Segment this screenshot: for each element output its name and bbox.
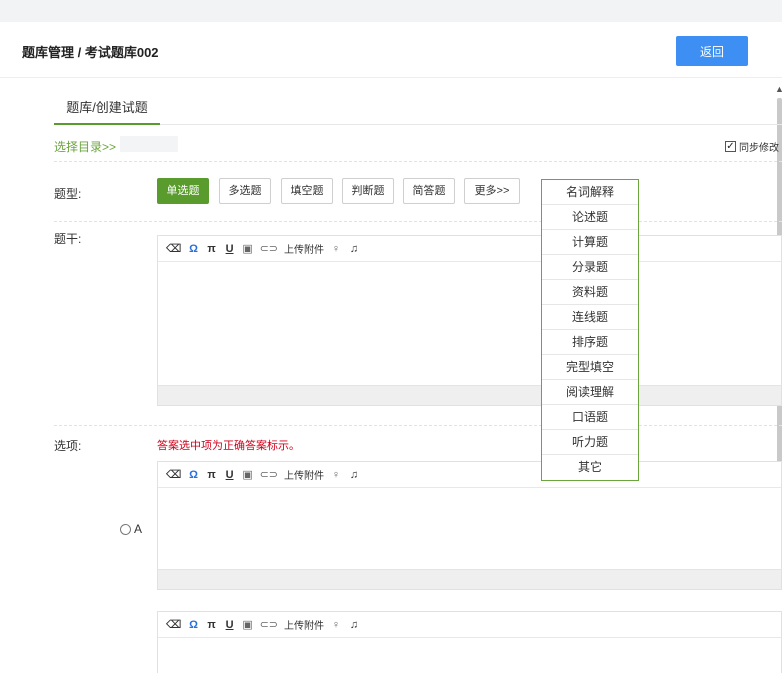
microphone-icon[interactable]: ♀ xyxy=(330,243,342,255)
menu-item-cloze[interactable]: 完型填空 xyxy=(542,355,638,380)
attachment-icon[interactable]: ⊂⊃ xyxy=(260,618,278,631)
option-a-radio[interactable]: A xyxy=(120,522,142,536)
type-more-button[interactable]: 更多>> xyxy=(464,178,520,204)
directory-value xyxy=(120,136,178,152)
breadcrumb: 题库管理 / 考试题库002 xyxy=(22,45,159,60)
options-label: 选项: xyxy=(54,439,82,453)
stem-edit-area[interactable] xyxy=(158,262,781,385)
option-a-edit-area[interactable] xyxy=(158,488,781,569)
editor-status-bar xyxy=(158,385,781,405)
more-types-menu: 名词解释 论述题 计算题 分录题 资料题 连线题 排序题 完型填空 阅读理解 口… xyxy=(541,179,639,481)
attachment-icon[interactable]: ⊂⊃ xyxy=(260,242,278,255)
type-true-false-button[interactable]: 判断题 xyxy=(342,178,394,204)
formula-icon[interactable]: π xyxy=(206,469,218,481)
divider xyxy=(54,221,782,222)
menu-item-listening[interactable]: 听力题 xyxy=(542,430,638,455)
underline-icon[interactable]: U xyxy=(224,243,236,255)
radio-icon[interactable] xyxy=(120,523,131,535)
menu-item-ordering[interactable]: 排序题 xyxy=(542,330,638,355)
option-b-edit-area[interactable] xyxy=(158,638,781,673)
divider xyxy=(54,161,782,162)
microphone-icon[interactable]: ♀ xyxy=(330,619,342,631)
eraser-icon[interactable]: ⌫ xyxy=(166,242,182,255)
special-char-icon[interactable]: Ω xyxy=(188,619,200,631)
type-fill-blank-button[interactable]: 填空题 xyxy=(281,178,333,204)
menu-item-term-explanation[interactable]: 名词解释 xyxy=(542,180,638,205)
underline-icon[interactable]: U xyxy=(224,619,236,631)
underline-icon[interactable]: U xyxy=(224,469,236,481)
answer-hint: 答案选中项为正确答案标示。 xyxy=(157,440,300,452)
eraser-icon[interactable]: ⌫ xyxy=(166,468,182,481)
menu-item-essay[interactable]: 论述题 xyxy=(542,205,638,230)
divider xyxy=(54,425,782,426)
editor-toolbar: ⌫ Ω π U ▣ ⊂⊃ 上传附件 ♀ ♫ xyxy=(158,612,781,638)
question-type-label: 题型: xyxy=(54,187,82,201)
sync-modify-label: 同步修改 xyxy=(739,143,779,154)
top-strip xyxy=(0,0,782,22)
option-a-label: A xyxy=(134,522,143,536)
tab-bar: 题库/创建试题 xyxy=(54,93,782,125)
microphone-icon[interactable]: ♀ xyxy=(330,469,342,481)
type-multiple-choice-button[interactable]: 多选题 xyxy=(219,178,271,204)
stem-editor: ⌫ Ω π U ▣ ⊂⊃ 上传附件 ♀ ♫ xyxy=(157,235,782,406)
special-char-icon[interactable]: Ω xyxy=(188,469,200,481)
image-icon[interactable]: ▣ xyxy=(242,242,254,255)
upload-attachment-button[interactable]: 上传附件 xyxy=(284,241,324,256)
formula-icon[interactable]: π xyxy=(206,243,218,255)
attachment-icon[interactable]: ⊂⊃ xyxy=(260,468,278,481)
checkbox-checked-icon[interactable]: ✓ xyxy=(725,141,736,152)
image-icon[interactable]: ▣ xyxy=(242,618,254,631)
option-a-editor: ⌫ Ω π U ▣ ⊂⊃ 上传附件 ♀ ♫ xyxy=(157,461,782,590)
menu-item-other[interactable]: 其它 xyxy=(542,455,638,480)
special-char-icon[interactable]: Ω xyxy=(188,243,200,255)
type-single-choice-button[interactable]: 单选题 xyxy=(157,178,209,204)
sync-modify-toggle[interactable]: ✓ 同步修改 xyxy=(725,139,779,154)
upload-attachment-button[interactable]: 上传附件 xyxy=(284,467,324,482)
music-icon[interactable]: ♫ xyxy=(348,619,360,631)
menu-item-reading[interactable]: 阅读理解 xyxy=(542,380,638,405)
editor-toolbar: ⌫ Ω π U ▣ ⊂⊃ 上传附件 ♀ ♫ xyxy=(158,236,781,262)
eraser-icon[interactable]: ⌫ xyxy=(166,618,182,631)
option-b-editor: ⌫ Ω π U ▣ ⊂⊃ 上传附件 ♀ ♫ xyxy=(157,611,782,673)
menu-item-data-analysis[interactable]: 资料题 xyxy=(542,280,638,305)
tab-create-question[interactable]: 题库/创建试题 xyxy=(54,93,160,125)
menu-item-matching[interactable]: 连线题 xyxy=(542,305,638,330)
music-icon[interactable]: ♫ xyxy=(348,243,360,255)
select-directory-link[interactable]: 选择目录>> xyxy=(54,138,116,155)
menu-item-calculation[interactable]: 计算题 xyxy=(542,230,638,255)
editor-status-bar xyxy=(158,569,781,589)
menu-item-speaking[interactable]: 口语题 xyxy=(542,405,638,430)
menu-item-journal-entry[interactable]: 分录题 xyxy=(542,255,638,280)
music-icon[interactable]: ♫ xyxy=(348,469,360,481)
type-short-answer-button[interactable]: 简答题 xyxy=(403,178,455,204)
page-header: 题库管理 / 考试题库002 返回 xyxy=(0,22,782,78)
editor-toolbar: ⌫ Ω π U ▣ ⊂⊃ 上传附件 ♀ ♫ xyxy=(158,462,781,488)
image-icon[interactable]: ▣ xyxy=(242,468,254,481)
upload-attachment-button[interactable]: 上传附件 xyxy=(284,617,324,632)
question-stem-label: 题干: xyxy=(54,232,82,246)
formula-icon[interactable]: π xyxy=(206,619,218,631)
back-button[interactable]: 返回 xyxy=(676,36,748,66)
